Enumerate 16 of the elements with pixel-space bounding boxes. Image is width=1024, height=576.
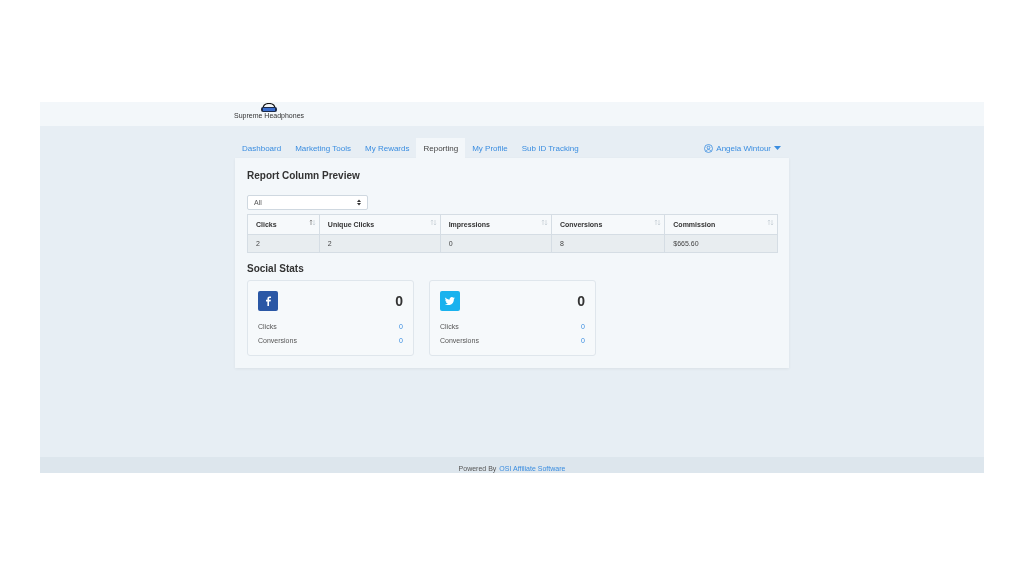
sort-icon[interactable]	[308, 219, 316, 226]
updown-icon	[357, 199, 361, 206]
headphones-logo-icon	[260, 103, 279, 112]
total-count: 0	[577, 293, 585, 309]
bird-icon	[440, 291, 460, 311]
total-count: 0	[395, 293, 403, 309]
caret-icon	[774, 146, 781, 150]
user-icon	[704, 143, 714, 153]
sort-icon[interactable]	[654, 219, 662, 226]
section-title: Report Column Preview	[247, 170, 361, 181]
sort-icon[interactable]	[767, 219, 774, 226]
nav-tab[interactable]: Reporting	[416, 138, 466, 158]
sort-icon[interactable]	[429, 219, 437, 226]
section-title: Social Stats	[247, 263, 305, 274]
sort-icon[interactable]	[540, 219, 548, 226]
facebook-icon	[258, 291, 278, 311]
